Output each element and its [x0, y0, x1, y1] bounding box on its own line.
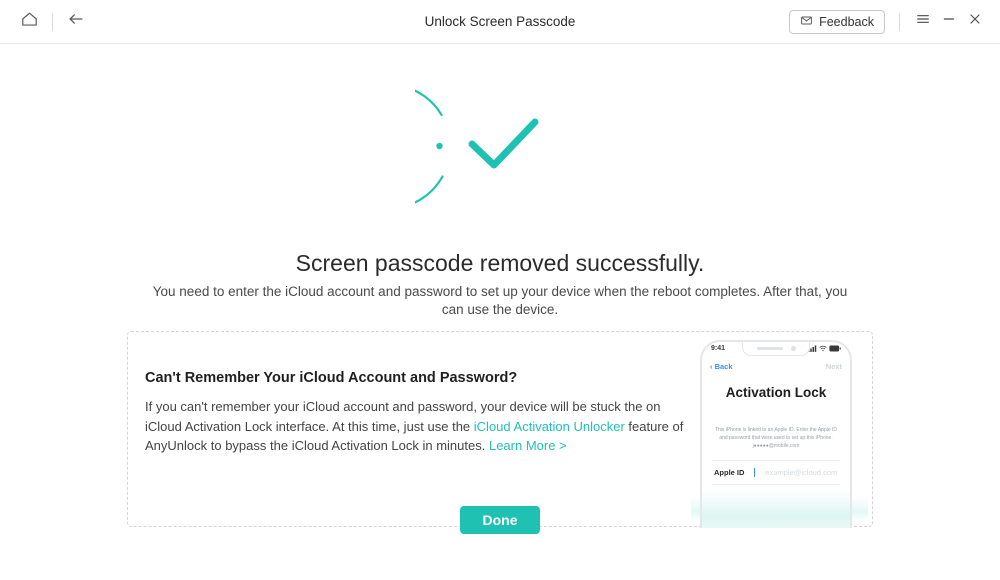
info-panel: Can't Remember Your iCloud Account and P…	[127, 331, 873, 527]
phone-text-caret	[754, 468, 755, 477]
hamburger-menu-icon	[915, 11, 931, 32]
home-icon	[20, 10, 39, 34]
phone-back-label: Back	[715, 362, 733, 371]
phone-screen-body: This iPhone is linked to an Apple ID. En…	[714, 426, 838, 450]
phone-nav-bar: ‹ Back Next	[702, 362, 850, 371]
envelope-icon	[800, 14, 813, 30]
minimize-icon	[941, 11, 957, 32]
phone-frame: 9:41	[700, 340, 852, 528]
phone-apple-id-field[interactable]: Apple ID example@icloud.com	[714, 468, 840, 477]
app-window: Unlock Screen Passcode Feedback	[0, 0, 1000, 580]
back-arrow-icon	[66, 9, 86, 34]
titlebar-divider-left	[52, 13, 53, 31]
close-button[interactable]	[962, 9, 988, 35]
done-button[interactable]: Done	[460, 506, 540, 534]
phone-bottom-glow	[702, 490, 850, 528]
page-subtitle: You need to enter the iCloud account and…	[150, 283, 850, 319]
phone-back-button[interactable]: ‹ Back	[710, 362, 733, 371]
phone-screen-title: Activation Lock	[702, 385, 850, 400]
title-bar-right-controls: Feedback	[789, 9, 1000, 35]
wifi-icon	[819, 345, 827, 354]
phone-speaker	[757, 347, 783, 350]
back-button[interactable]	[59, 5, 93, 39]
phone-divider-bottom	[712, 484, 840, 485]
phone-preview: 9:41	[687, 332, 872, 528]
info-panel-text: Can't Remember Your iCloud Account and P…	[145, 370, 690, 456]
phone-apple-id-label: Apple ID	[714, 468, 744, 477]
close-icon	[967, 11, 983, 32]
phone-divider-top	[712, 460, 840, 461]
home-button[interactable]	[12, 5, 46, 39]
page-title: Screen passcode removed successfully.	[0, 250, 1000, 277]
success-icon-container	[0, 60, 1000, 235]
icloud-activation-unlocker-link[interactable]: iCloud Activation Unlocker	[474, 419, 625, 434]
feedback-button[interactable]: Feedback	[789, 10, 885, 34]
battery-icon	[829, 345, 841, 354]
phone-notch	[742, 341, 810, 356]
success-check-circle-icon	[415, 60, 585, 235]
titlebar-divider-right	[899, 13, 900, 31]
phone-status-time: 9:41	[711, 345, 725, 354]
phone-camera	[791, 346, 796, 351]
title-bar: Unlock Screen Passcode Feedback	[0, 0, 1000, 44]
info-panel-body: If you can't remember your iCloud accoun…	[145, 397, 690, 456]
minimize-button[interactable]	[936, 9, 962, 35]
menu-button[interactable]	[910, 9, 936, 35]
phone-next-button[interactable]: Next	[826, 362, 842, 371]
title-bar-left-controls	[0, 5, 93, 39]
feedback-label: Feedback	[819, 15, 874, 29]
main-content: Screen passcode removed successfully. Yo…	[0, 44, 1000, 580]
info-panel-title: Can't Remember Your iCloud Account and P…	[145, 370, 690, 386]
phone-status-icons	[808, 345, 841, 354]
learn-more-link[interactable]: Learn More >	[489, 438, 567, 453]
phone-apple-id-placeholder: example@icloud.com	[765, 468, 837, 477]
